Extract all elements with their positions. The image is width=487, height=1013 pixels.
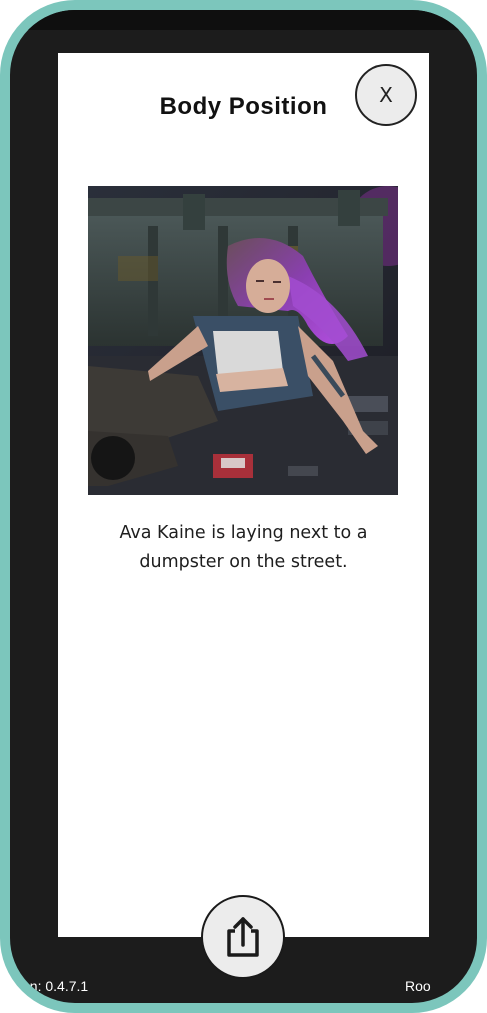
body-position-modal: Body Position X Ava Kaine is laying next…	[58, 53, 429, 937]
phone-frame: Body Position X Ava Kaine is laying next…	[0, 0, 487, 1013]
share-button[interactable]	[201, 895, 285, 979]
version-label: on: 0.4.7.1	[22, 978, 89, 994]
status-bar	[10, 10, 477, 30]
close-label: X	[379, 83, 393, 107]
body-position-description: Ava Kaine is laying next to a dumpster o…	[119, 523, 368, 572]
room-label: Roo	[405, 978, 431, 994]
scene-illustration	[88, 186, 398, 495]
close-button[interactable]: X	[355, 64, 417, 126]
share-icon	[227, 917, 259, 957]
body-position-image	[88, 186, 398, 495]
